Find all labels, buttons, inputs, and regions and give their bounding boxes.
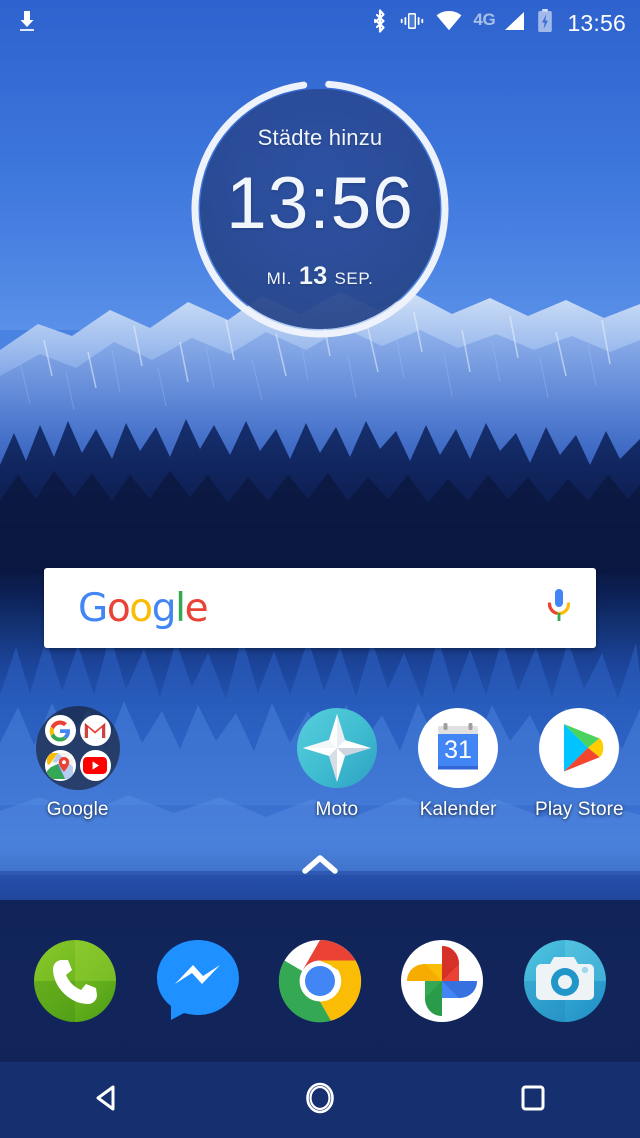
chevron-up-icon[interactable] [301, 852, 339, 881]
google-logo-letter: e [184, 585, 209, 631]
google-logo-letter: o [106, 585, 131, 631]
svg-text:31: 31 [444, 736, 472, 764]
wifi-icon [436, 10, 462, 36]
app-moto[interactable]: Moto [276, 706, 397, 821]
nav-recents-button[interactable] [473, 1062, 593, 1138]
app-play-store[interactable]: Play Store [519, 706, 640, 821]
clock-widget-face[interactable]: Städte hinzu 13:56 MI. 13 SEP. [200, 89, 440, 329]
microphone-icon[interactable] [546, 587, 572, 630]
vibrate-icon [399, 10, 425, 37]
moto-icon[interactable] [295, 706, 379, 790]
google-logo-letter: o [129, 585, 153, 631]
clock-widget-date: MI. 13 SEP. [267, 262, 374, 291]
messenger-icon[interactable] [149, 932, 247, 1030]
google-logo-letter: g [151, 585, 177, 631]
camera-icon[interactable] [516, 932, 614, 1030]
dock-messenger[interactable] [149, 932, 247, 1030]
google-logo-letter: l [175, 585, 186, 631]
google-photos-icon[interactable] [393, 932, 491, 1030]
battery-charging-icon [537, 8, 553, 38]
google-folder-icon[interactable] [35, 706, 120, 790]
app-kalender[interactable]: 31 Kalender [398, 706, 519, 821]
clock-widget-day: 13 [299, 262, 328, 290]
app-label: Kalender [419, 799, 497, 820]
dock-phone[interactable] [26, 932, 124, 1030]
bluetooth-icon [372, 8, 388, 38]
back-triangle-icon[interactable] [91, 1082, 123, 1119]
phone-icon[interactable] [26, 932, 124, 1030]
calendar-icon[interactable]: 31 [416, 706, 500, 790]
download-icon [18, 10, 36, 37]
clock-widget-time: 13:56 [226, 163, 414, 244]
nav-home-button[interactable] [260, 1062, 380, 1138]
google-icon [44, 715, 76, 746]
app-google-folder[interactable]: Google [17, 706, 138, 821]
app-label: Moto [315, 799, 359, 820]
app-label: Play Store [535, 799, 624, 820]
clock-widget[interactable]: Städte hinzu 13:56 MI. 13 SEP. [189, 78, 451, 340]
google-logo: G o o g l e [78, 585, 209, 631]
clock-widget-weekday: MI. [266, 269, 293, 288]
network-type-label: 4G [473, 10, 496, 29]
signal-icon [504, 11, 526, 36]
dock-chrome[interactable] [271, 932, 369, 1030]
youtube-icon [79, 750, 111, 781]
home-circle-icon[interactable] [302, 1080, 338, 1121]
home-app-row: Google Moto 31 Kalender Play Store [0, 706, 640, 836]
app-label: Google [46, 799, 109, 820]
clock-widget-month: SEP. [334, 269, 374, 288]
status-bar-clock: 13:56 [567, 9, 626, 36]
maps-icon [44, 750, 76, 781]
navigation-bar [0, 1062, 640, 1138]
status-bar[interactable]: 4G 13:56 [0, 0, 640, 46]
dock-camera[interactable] [516, 932, 614, 1030]
app-drawer-handle[interactable] [0, 852, 640, 881]
nav-back-button[interactable] [47, 1062, 167, 1138]
recents-square-icon[interactable] [518, 1083, 548, 1118]
wallpaper-forest [0, 405, 640, 590]
play-store-icon[interactable] [537, 706, 621, 790]
chrome-icon[interactable] [271, 932, 369, 1030]
google-logo-letter: G [78, 585, 108, 631]
dock [0, 900, 640, 1062]
dock-photos[interactable] [393, 932, 491, 1030]
gmail-icon [79, 715, 111, 746]
google-search-bar[interactable]: G o o g l e [44, 568, 596, 648]
clock-widget-city[interactable]: Städte hinzu [258, 125, 383, 151]
